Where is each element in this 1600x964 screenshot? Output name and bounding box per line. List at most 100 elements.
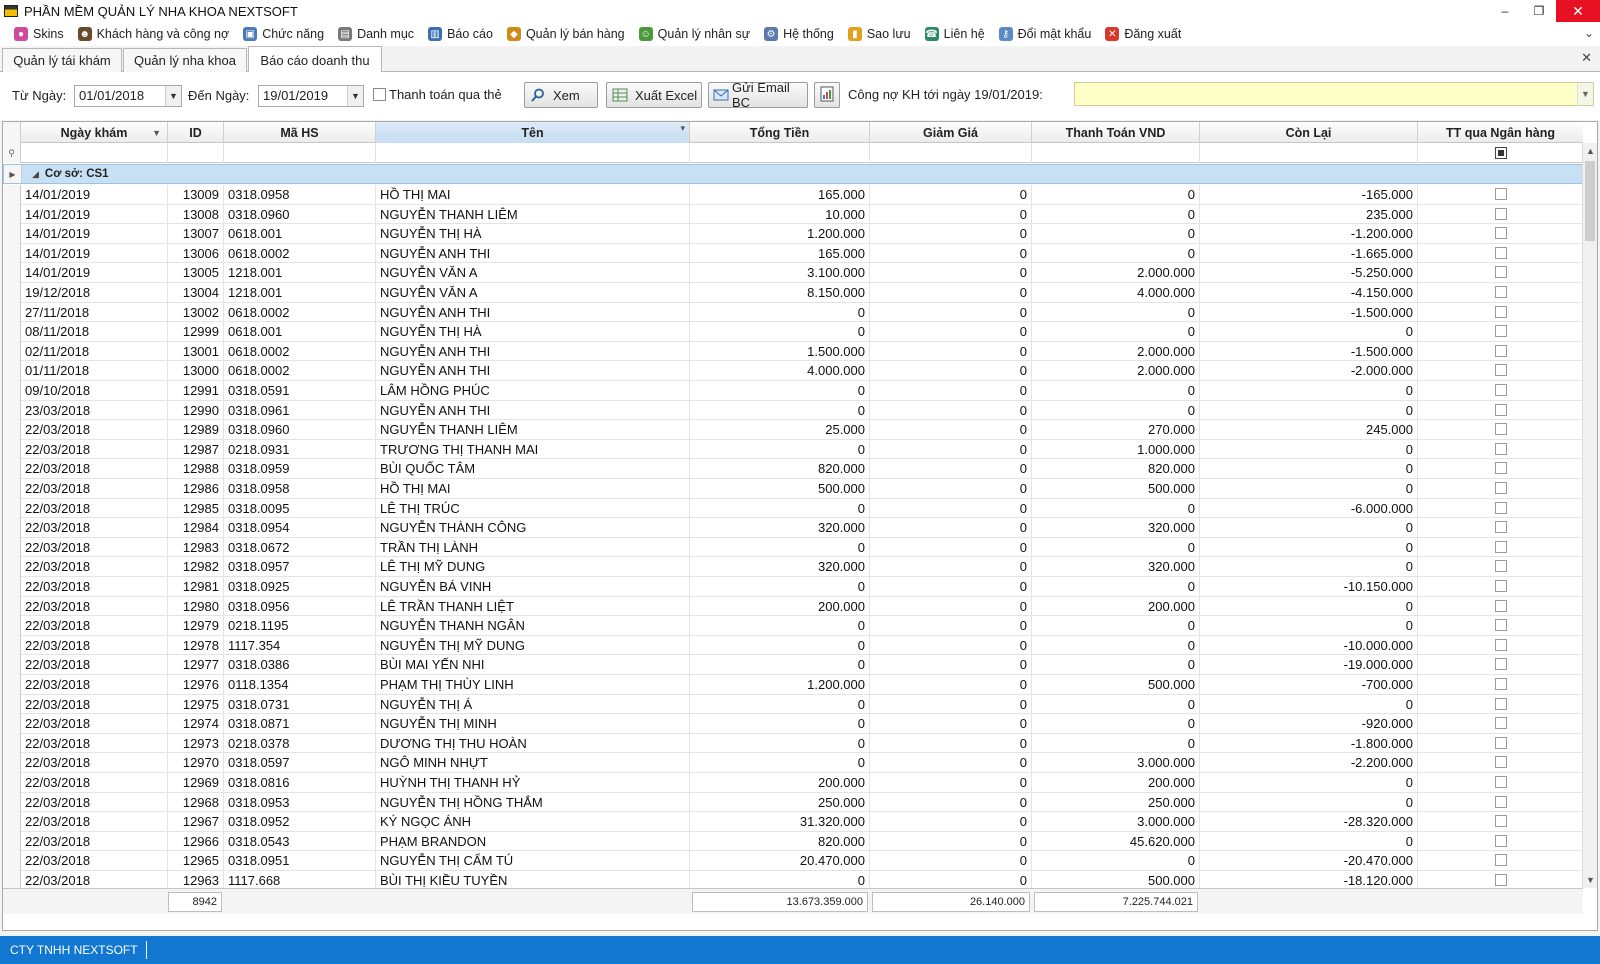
bank-payment-checkbox[interactable] <box>1495 599 1507 612</box>
table-row[interactable]: 14/01/2019 13005 1218.001 NGUYỄN VĂN A 3.100… <box>3 263 1583 284</box>
tab-bao-cao-doanh-thu[interactable]: Báo cáo doanh thu <box>248 46 382 73</box>
tab-quan-ly-tai-kham[interactable]: Quản lý tái khám <box>2 48 122 72</box>
table-row[interactable]: 22/03/2018 12977 0318.0386 BÙI MAI YẾN NHI 0… <box>3 655 1583 676</box>
row-indicator[interactable] <box>3 812 21 832</box>
bank-payment-checkbox[interactable] <box>1495 776 1507 788</box>
row-indicator[interactable] <box>3 185 21 205</box>
bank-payment-checkbox[interactable] <box>1495 246 1507 259</box>
auto-filter-row[interactable]: ⚲ <box>3 143 1583 163</box>
bank-payment-checkbox[interactable] <box>1495 384 1507 396</box>
row-indicator[interactable] <box>3 675 21 695</box>
debt-customer-select[interactable]: ▼ <box>1074 82 1594 106</box>
bank-payment-checkbox[interactable] <box>1495 736 1507 749</box>
bank-payment-checkbox[interactable] <box>1495 325 1507 338</box>
bank-payment-checkbox[interactable] <box>1495 501 1507 514</box>
bank-payment-checkbox[interactable] <box>1495 874 1507 886</box>
bank-payment-checkbox[interactable] <box>1495 638 1507 651</box>
menu-item-6[interactable]: ☺ Quản lý nhân sự <box>638 23 750 45</box>
row-indicator[interactable] <box>3 400 21 421</box>
row-indicator[interactable] <box>3 616 21 636</box>
table-row[interactable]: 22/03/2018 12982 0318.0957 LÊ THỊ MỸ DUNG 32… <box>3 557 1583 578</box>
card-payment-checkbox[interactable] <box>373 88 386 101</box>
table-row[interactable]: 22/03/2018 12974 0318.0871 NGUYỄN THỊ MINH 0… <box>3 714 1583 735</box>
minimize-button[interactable]: – <box>1488 0 1522 22</box>
bank-payment-checkbox[interactable] <box>1495 364 1507 377</box>
filter-cell[interactable] <box>224 143 376 163</box>
row-indicator[interactable] <box>3 322 21 342</box>
column-header-tong-tien[interactable]: Tổng Tiền <box>690 122 870 143</box>
row-indicator[interactable] <box>3 204 21 225</box>
filter-checkbox-indeterminate[interactable] <box>1495 147 1507 159</box>
filter-icon[interactable]: ▾ <box>680 123 685 134</box>
table-row[interactable]: 22/03/2018 12987 0218.0931 TRƯƠNG THỊ THANH… <box>3 439 1583 460</box>
row-indicator[interactable] <box>3 714 21 734</box>
send-email-button[interactable]: Gửi Email BC <box>708 80 808 110</box>
row-indicator[interactable] <box>3 341 21 362</box>
bank-payment-checkbox[interactable] <box>1495 482 1507 494</box>
bank-payment-checkbox[interactable] <box>1495 344 1507 357</box>
table-row[interactable]: 22/03/2018 12975 0318.0731 NGUYỄN THỊ Á0000 <box>3 694 1583 715</box>
menu-item-1[interactable]: ☻ Khách hàng và công nợ <box>77 23 229 45</box>
row-indicator[interactable] <box>3 283 21 303</box>
column-header-ten[interactable]: Tên ▾ <box>376 122 690 143</box>
bank-payment-checkbox[interactable] <box>1495 521 1507 534</box>
export-excel-button[interactable]: Xuất Excel <box>606 82 702 108</box>
filter-cell[interactable] <box>690 143 870 163</box>
row-indicator[interactable] <box>3 577 21 597</box>
bank-payment-checkbox[interactable] <box>1495 266 1507 279</box>
row-indicator[interactable] <box>3 753 21 773</box>
filter-cell[interactable] <box>1200 143 1418 163</box>
collapse-triangle-icon[interactable]: ◢ <box>32 169 39 180</box>
table-row[interactable]: 14/01/2019 13007 0618.001 NGUYỄN THỊ HÀ 1.20… <box>3 224 1583 245</box>
row-indicator[interactable] <box>3 851 21 871</box>
table-row[interactable]: 27/11/2018 13002 0618.0002 NGUYỄN ANH THI 0 0… <box>3 302 1583 323</box>
menu-item-5[interactable]: ◆ Quản lý bán hàng <box>506 23 625 45</box>
bank-payment-checkbox[interactable] <box>1495 834 1507 847</box>
menu-item-3[interactable]: ▤ Danh mục <box>338 23 414 45</box>
vertical-scrollbar[interactable]: ▲ ▼ <box>1582 143 1597 888</box>
bank-payment-checkbox[interactable] <box>1495 756 1507 769</box>
menu-item-9[interactable]: ☎ Liên hệ <box>924 23 985 45</box>
row-indicator[interactable] <box>3 420 21 440</box>
table-row[interactable]: 22/03/2018 12978 1117.354 NGUYỄN THỊ MỸ DUN… <box>3 635 1583 656</box>
column-header-id[interactable]: ID <box>168 122 224 143</box>
row-indicator[interactable] <box>3 263 21 283</box>
bank-payment-checkbox[interactable] <box>1495 403 1507 416</box>
view-button[interactable]: Xem <box>524 82 598 108</box>
row-indicator[interactable] <box>3 381 21 401</box>
row-indicator[interactable] <box>3 459 21 479</box>
row-indicator[interactable] <box>3 792 21 813</box>
table-row[interactable]: 22/03/2018 12980 0318.0956 LÊ TRẦN THANH LI… <box>3 596 1583 617</box>
menu-item-2[interactable]: ▣ Chức năng <box>243 23 324 45</box>
from-date-field[interactable]: 01/01/2018 ▼ <box>74 85 182 107</box>
chevron-down-icon[interactable]: ▼ <box>165 86 181 106</box>
table-row[interactable]: 22/03/2018 12967 0318.0952 KÝ NGỌC ÁNH 31.32… <box>3 812 1583 833</box>
bank-payment-checkbox[interactable] <box>1495 560 1507 573</box>
table-row[interactable]: 22/03/2018 12988 0318.0959 BÙI QUỐC TÂM 820.… <box>3 459 1583 480</box>
menu-item-10[interactable]: ⚷ Đổi mật khẩu <box>998 23 1091 45</box>
row-indicator[interactable] <box>3 518 21 538</box>
table-row[interactable]: 22/03/2018 12965 0318.0951 NGUYỄN THỊ CẨM T… <box>3 851 1583 872</box>
column-header-ma-hs[interactable]: Mã HS <box>224 122 376 143</box>
table-row[interactable]: 22/03/2018 12968 0318.0953 NGUYỄN THỊ HỒNG … <box>3 792 1583 813</box>
row-indicator[interactable] <box>3 831 21 852</box>
table-row[interactable]: 22/03/2018 12979 0218.1195 NGUYỄN THANH NGÂ… <box>3 616 1583 637</box>
close-button[interactable]: ✕ <box>1556 0 1600 22</box>
scroll-thumb[interactable] <box>1585 161 1595 241</box>
table-row[interactable]: 14/01/2019 13006 0618.0002 NGUYỄN ANH THI 16… <box>3 243 1583 264</box>
table-row[interactable]: 08/11/2018 12999 0618.001 NGUYỄN THỊ HÀ 0 0 0 0 <box>3 322 1583 343</box>
table-row[interactable]: 22/03/2018 12966 0318.0543 PHẠM BRANDON 820.… <box>3 831 1583 852</box>
row-indicator[interactable] <box>3 243 21 264</box>
table-row[interactable]: 14/01/2019 13008 0318.0960 NGUYỄN THANH LIÊ… <box>3 204 1583 225</box>
row-indicator[interactable] <box>3 733 21 754</box>
menu-item-0[interactable]: ● Skins <box>14 23 64 45</box>
table-row[interactable]: 09/10/2018 12991 0318.0591 LÂM HỒNG PHÚC 0 0 0… <box>3 381 1583 401</box>
table-row[interactable]: 22/03/2018 12976 0118.1354 PHẠM THỊ THÙY LI… <box>3 675 1583 695</box>
menu-item-4[interactable]: ▥ Báo cáo <box>428 23 493 45</box>
chevron-down-icon[interactable]: ⌄ <box>1584 26 1594 40</box>
group-row[interactable]: ▶ ◢ Cơ sở: CS1 <box>3 164 1583 184</box>
bank-payment-checkbox[interactable] <box>1495 188 1507 200</box>
table-row[interactable]: 01/11/2018 13000 0618.0002 NGUYỄN ANH THI 4.… <box>3 361 1583 382</box>
sort-desc-icon[interactable]: ▼ <box>152 128 161 138</box>
row-indicator[interactable] <box>3 439 21 460</box>
